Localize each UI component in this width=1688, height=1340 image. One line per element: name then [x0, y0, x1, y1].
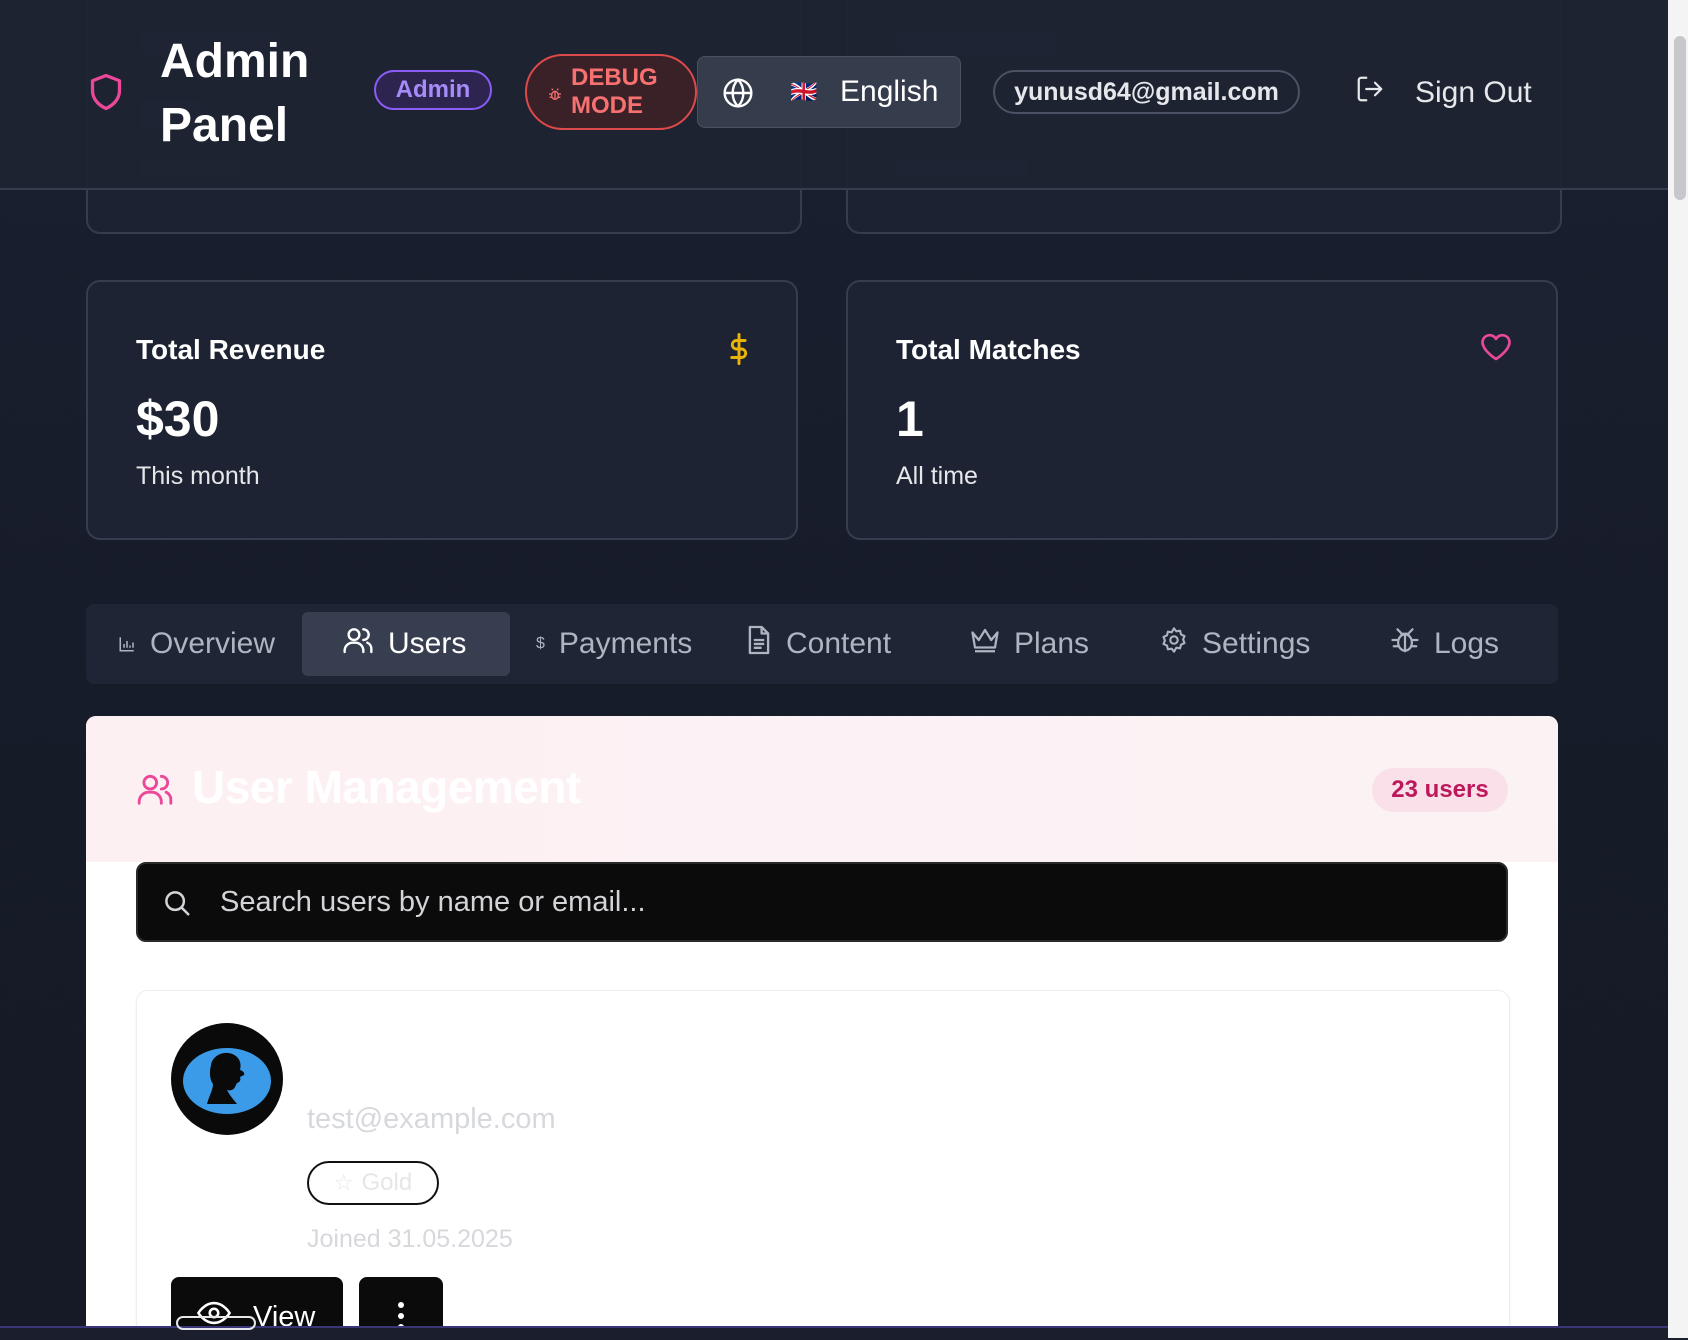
avatar	[171, 1023, 283, 1135]
language-label: English	[840, 75, 939, 108]
tab-logs[interactable]: Logs	[1390, 612, 1499, 676]
tab-overview[interactable]: Overview	[118, 612, 275, 676]
joined-date: Joined 31.05.2025	[307, 1225, 513, 1253]
admin-tabs: Overview Users $ Payments Content Plans …	[86, 604, 1558, 684]
document-icon	[746, 624, 772, 664]
top-header: Admin Panel Admin DEBUG MODE 🇬🇧 English …	[0, 0, 1668, 190]
user-card: test@example.com ☆ Gold Joined 31.05.202…	[136, 990, 1510, 1338]
stat-value: 1	[896, 391, 924, 447]
focus-outline	[176, 1316, 256, 1330]
stat-card-total-matches: Total Matches 1 All time	[846, 280, 1558, 540]
user-email-badge: yunusd64@gmail.com	[993, 70, 1300, 114]
tab-users[interactable]: Users	[302, 612, 510, 676]
stat-card-total-revenue: Total Revenue $30 This month	[86, 280, 798, 540]
bug-icon	[1390, 625, 1420, 663]
user-management-header: User Management 23 users	[86, 716, 1558, 862]
tab-settings[interactable]: Settings	[1160, 612, 1310, 676]
debug-mode-label: DEBUG MODE	[571, 64, 658, 119]
tab-label: Users	[388, 627, 467, 660]
page-title: Admin Panel	[160, 35, 310, 152]
sign-out-label: Sign Out	[1415, 76, 1532, 109]
dollar-icon: $	[536, 635, 545, 652]
tab-payments[interactable]: $ Payments	[536, 612, 692, 676]
user-management-panel: User Management 23 users Search users by…	[86, 716, 1558, 1338]
stat-title: Total Matches	[896, 334, 1081, 365]
dollar-icon	[726, 332, 752, 371]
search-placeholder: Search users by name or email...	[220, 886, 646, 918]
user-email: test@example.com	[307, 1103, 556, 1135]
search-input[interactable]: Search users by name or email...	[136, 862, 1508, 942]
uk-flag-icon: 🇬🇧	[790, 79, 818, 104]
section-title: User Management	[192, 761, 581, 813]
scrollbar-thumb[interactable]	[1674, 36, 1686, 200]
tab-label: Overview	[150, 627, 276, 660]
debug-mode-badge: DEBUG MODE	[525, 54, 697, 130]
sign-out-button[interactable]: Sign Out	[1355, 72, 1532, 114]
bug-icon	[547, 81, 563, 109]
bar-chart-icon	[118, 627, 136, 661]
plan-label: Gold	[361, 1169, 413, 1196]
logout-icon	[1355, 74, 1385, 112]
search-icon	[162, 888, 192, 923]
tab-label: Payments	[558, 627, 693, 660]
stat-subtitle: All time	[896, 462, 978, 490]
user-count-badge: 23 users	[1372, 768, 1508, 812]
language-selector[interactable]: 🇬🇧 English	[697, 56, 961, 128]
plan-badge: ☆ Gold	[307, 1161, 439, 1205]
tab-content[interactable]: Content	[746, 612, 891, 676]
tab-label: Content	[786, 627, 892, 660]
users-icon	[342, 624, 374, 664]
tab-label: Settings	[1202, 627, 1311, 660]
stat-title: Total Revenue	[136, 334, 326, 365]
users-icon	[136, 770, 174, 813]
shield-icon	[88, 72, 124, 117]
gear-icon	[1160, 626, 1188, 662]
crown-icon	[970, 627, 1000, 661]
page-scrollbar[interactable]	[1668, 0, 1688, 1338]
globe-icon	[722, 77, 754, 114]
tab-label: Plans	[1014, 627, 1090, 660]
tab-plans[interactable]: Plans	[970, 612, 1089, 676]
heart-icon	[1480, 332, 1512, 367]
tab-label: Logs	[1434, 627, 1500, 660]
star-icon: ☆	[333, 1170, 354, 1195]
stat-subtitle: This month	[136, 462, 260, 490]
role-badge: Admin	[374, 70, 492, 110]
stat-value: $30	[136, 391, 220, 447]
